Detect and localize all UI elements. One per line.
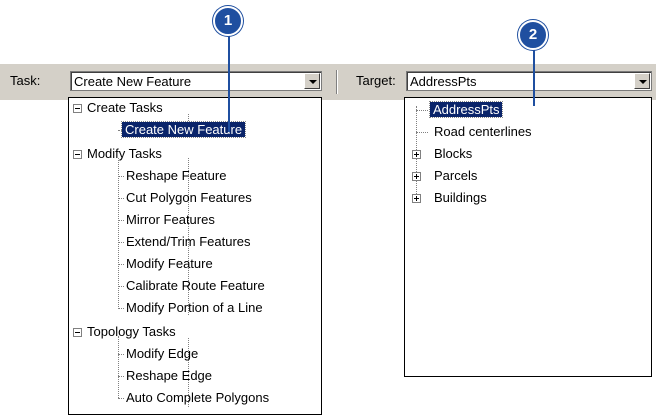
- target-item-blocks[interactable]: Blocks: [434, 146, 472, 162]
- tree-connector: [118, 398, 124, 399]
- target-item-parcels[interactable]: Parcels: [434, 168, 477, 184]
- task-dropdown-button[interactable]: [304, 73, 320, 89]
- target-label: Target:: [356, 73, 396, 88]
- plus-expander-icon[interactable]: [412, 194, 421, 203]
- tree-item-calibrate-route-feature[interactable]: Calibrate Route Feature: [126, 278, 265, 294]
- tree-item-extend-trim-features[interactable]: Extend/Trim Features: [126, 234, 251, 250]
- tree-connector: [118, 264, 124, 265]
- tree-item-modify-portion-of-a-line[interactable]: Modify Portion of a Line: [126, 300, 263, 316]
- tree-connector: [416, 132, 428, 133]
- tree-group-topology-tasks[interactable]: Topology Tasks: [87, 324, 176, 340]
- tree-connector: [118, 220, 124, 221]
- tree-item-create-new-feature[interactable]: Create New Feature: [120, 121, 247, 138]
- dropdown-arrow-icon: [309, 80, 317, 84]
- plus-expander-icon[interactable]: [412, 150, 421, 159]
- tree-connector: [118, 336, 119, 398]
- tree-connector: [118, 198, 124, 199]
- target-item-addresspts[interactable]: AddressPts: [428, 101, 504, 118]
- target-item-road-centerlines[interactable]: Road centerlines: [434, 124, 532, 140]
- tree-item-mirror-features[interactable]: Mirror Features: [126, 212, 215, 228]
- toolbar-separator: [336, 70, 338, 94]
- tree-item-auto-complete-polygons[interactable]: Auto Complete Polygons: [126, 390, 269, 406]
- plus-expander-icon[interactable]: [412, 172, 421, 181]
- tree-connector: [118, 354, 124, 355]
- callout-2-badge: 2: [518, 20, 548, 50]
- tree-item-cut-polygon-features[interactable]: Cut Polygon Features: [126, 190, 252, 206]
- target-tree-panel: AddressPts Road centerlines Blocks Parce…: [404, 97, 652, 377]
- task-dropdown-value: Create New Feature: [74, 74, 192, 89]
- task-tree-panel: Create Tasks Create New Feature Modify T…: [68, 97, 322, 415]
- target-item-buildings[interactable]: Buildings: [434, 190, 487, 206]
- target-dropdown-value: AddressPts: [410, 74, 477, 89]
- target-dropdown-button[interactable]: [634, 73, 650, 89]
- tree-group-create-tasks[interactable]: Create Tasks: [87, 100, 163, 116]
- tree-item-label: Create New Feature: [120, 121, 247, 138]
- dropdown-arrow-icon: [639, 80, 647, 84]
- callout-1-badge: 1: [213, 6, 243, 36]
- tree-item-modify-edge[interactable]: Modify Edge: [126, 346, 198, 362]
- minus-expander-icon[interactable]: [73, 150, 82, 159]
- tree-item-reshape-edge[interactable]: Reshape Edge: [126, 368, 212, 384]
- task-dropdown[interactable]: Create New Feature: [70, 71, 322, 91]
- tree-connector: [416, 110, 428, 111]
- tree-connector: [118, 242, 124, 243]
- tree-connector: [118, 308, 124, 309]
- tree-item-reshape-feature[interactable]: Reshape Feature: [126, 168, 226, 184]
- tree-connector: [118, 286, 124, 287]
- tree-group-modify-tasks[interactable]: Modify Tasks: [87, 146, 162, 162]
- callout-1-pointer: [228, 30, 230, 132]
- task-label: Task:: [10, 73, 41, 88]
- target-item-label: AddressPts: [428, 101, 504, 118]
- tree-item-modify-feature[interactable]: Modify Feature: [126, 256, 213, 272]
- callout-2-pointer: [533, 44, 535, 106]
- tree-connector: [118, 376, 124, 377]
- target-dropdown[interactable]: AddressPts: [406, 71, 652, 91]
- minus-expander-icon[interactable]: [73, 328, 82, 337]
- tree-connector: [118, 176, 124, 177]
- minus-expander-icon[interactable]: [73, 104, 82, 113]
